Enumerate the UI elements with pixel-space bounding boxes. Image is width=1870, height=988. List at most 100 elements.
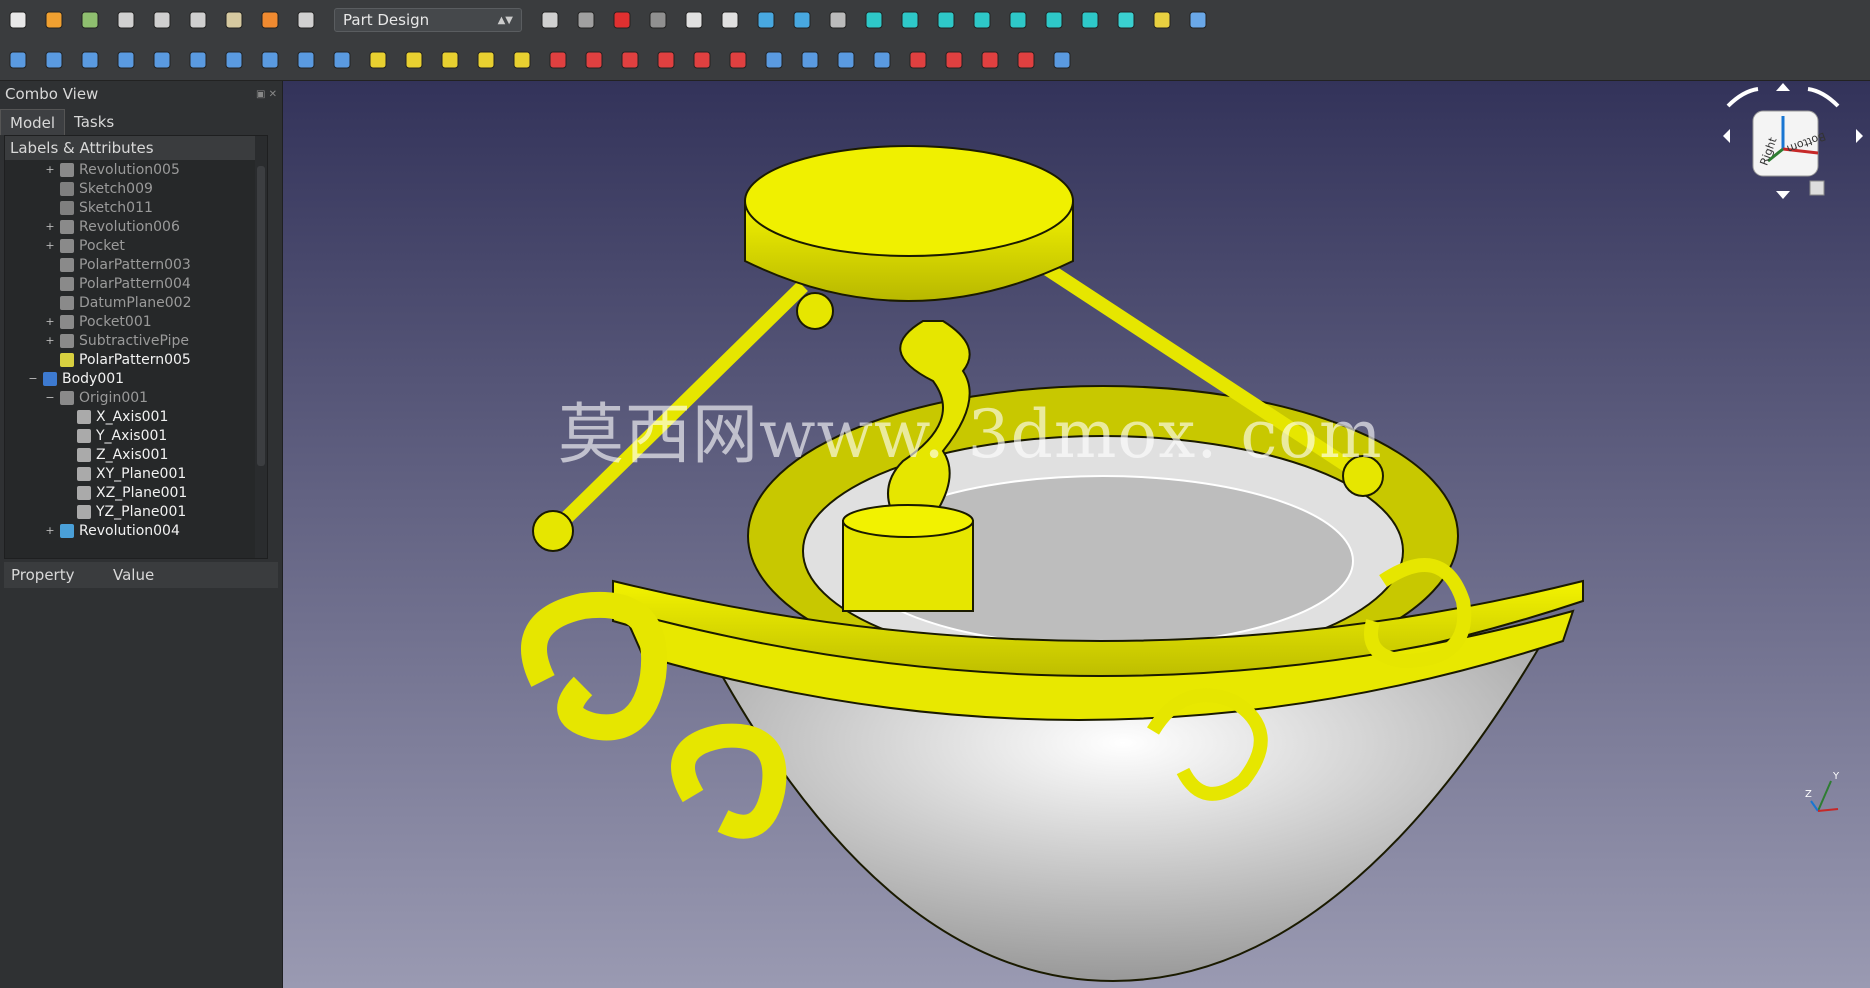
expand-icon[interactable]: + [44, 334, 56, 347]
tree-item-pocket[interactable]: + Pocket [5, 236, 267, 255]
create-sketch-icon[interactable] [39, 45, 69, 75]
whats-this-icon[interactable] [571, 5, 601, 35]
view-bottom-icon[interactable] [1039, 5, 1069, 35]
tree-item-polarpattern005[interactable]: PolarPattern005 [5, 350, 267, 369]
edit-macro-icon[interactable] [679, 5, 709, 35]
view-front-icon[interactable] [895, 5, 925, 35]
expand-icon[interactable]: + [44, 163, 56, 176]
tree-item-subtractivepipe[interactable]: + SubtractivePipe [5, 331, 267, 350]
pocket-icon[interactable] [543, 45, 573, 75]
tab-model[interactable]: Model [0, 109, 66, 135]
boolean-icon[interactable] [1047, 45, 1077, 75]
view-left-icon[interactable] [1075, 5, 1105, 35]
subtractive-primitive-icon[interactable] [723, 45, 753, 75]
view-rear-icon[interactable] [1003, 5, 1033, 35]
nav-up-arrow-icon[interactable] [1776, 83, 1790, 91]
subtractive-loft-icon[interactable] [651, 45, 681, 75]
tree-item-revolution006[interactable]: + Revolution006 [5, 217, 267, 236]
subshape-binder-icon[interactable] [327, 45, 357, 75]
view-isometric-icon[interactable] [859, 5, 889, 35]
open-icon[interactable] [39, 5, 69, 35]
datum-line-icon[interactable] [183, 45, 213, 75]
subtractive-pipe-icon[interactable] [687, 45, 717, 75]
refresh-icon[interactable] [535, 5, 565, 35]
tree-item-xz-plane001[interactable]: XZ_Plane001 [5, 483, 267, 502]
group-icon[interactable] [1183, 5, 1213, 35]
tree-item-x-axis001[interactable]: X_Axis001 [5, 407, 267, 426]
datum-point-icon[interactable] [147, 45, 177, 75]
new-icon[interactable] [3, 5, 33, 35]
draw-style-icon[interactable] [823, 5, 853, 35]
expand-icon[interactable]: + [44, 239, 56, 252]
workbench-selector[interactable]: Part Design ▲▼ [334, 8, 522, 32]
polar-pattern-icon[interactable] [831, 45, 861, 75]
nav-left-arrow-icon[interactable] [1723, 129, 1730, 143]
fillet-icon[interactable] [903, 45, 933, 75]
view-right-icon[interactable] [967, 5, 997, 35]
tree-item-pocket001[interactable]: + Pocket001 [5, 312, 267, 331]
navigation-cube[interactable]: Right Bottom [1698, 81, 1868, 211]
nav-down-arrow-icon[interactable] [1776, 191, 1790, 199]
mirrored-icon[interactable] [759, 45, 789, 75]
copy-icon[interactable] [183, 5, 213, 35]
redo-icon[interactable] [291, 5, 321, 35]
tree-item-origin001[interactable]: − Origin001 [5, 388, 267, 407]
tree-item-z-axis001[interactable]: Z_Axis001 [5, 445, 267, 464]
linear-pattern-icon[interactable] [795, 45, 825, 75]
datum-plane-icon[interactable] [219, 45, 249, 75]
cut-icon[interactable] [147, 5, 177, 35]
expand-icon[interactable]: + [44, 220, 56, 233]
pad-icon[interactable] [363, 45, 393, 75]
loft-icon[interactable] [435, 45, 465, 75]
tree-item-revolution004[interactable]: + Revolution004 [5, 521, 267, 540]
pipe-icon[interactable] [471, 45, 501, 75]
tree-item-yz-plane001[interactable]: YZ_Plane001 [5, 502, 267, 521]
run-macro-icon[interactable] [715, 5, 745, 35]
collapse-icon[interactable]: − [44, 391, 56, 404]
paste-icon[interactable] [219, 5, 249, 35]
fit-selection-icon[interactable] [787, 5, 817, 35]
hole-icon[interactable] [579, 45, 609, 75]
chamfer-icon[interactable] [939, 45, 969, 75]
tree-item-polarpattern003[interactable]: PolarPattern003 [5, 255, 267, 274]
fit-all-icon[interactable] [751, 5, 781, 35]
tree-item-revolution005[interactable]: + Revolution005 [5, 160, 267, 179]
groove-icon[interactable] [615, 45, 645, 75]
tree-item-y-axis001[interactable]: Y_Axis001 [5, 426, 267, 445]
shape-binder-icon[interactable] [291, 45, 321, 75]
thickness-icon[interactable] [1011, 45, 1041, 75]
tree-item-xy-plane001[interactable]: XY_Plane001 [5, 464, 267, 483]
revolution-icon[interactable] [399, 45, 429, 75]
nav-cube-menu-icon[interactable] [1809, 180, 1825, 196]
stop-macro-icon[interactable] [643, 5, 673, 35]
3d-viewport[interactable]: 莫西网www. 3dmox. com Right Bottom Y Z [283, 81, 1870, 988]
tree-item-sketch009[interactable]: Sketch009 [5, 179, 267, 198]
create-body-icon[interactable] [3, 45, 33, 75]
additive-primitive-icon[interactable] [507, 45, 537, 75]
dock-buttons[interactable]: ▣ ✕ [256, 89, 277, 100]
undo-icon[interactable] [255, 5, 285, 35]
tree-item-polarpattern004[interactable]: PolarPattern004 [5, 274, 267, 293]
tree-item-body001[interactable]: − Body001 [5, 369, 267, 388]
draft-icon[interactable] [975, 45, 1005, 75]
property-column-header[interactable]: Property [4, 566, 106, 584]
view-top-icon[interactable] [931, 5, 961, 35]
part-icon[interactable] [1147, 5, 1177, 35]
save-icon[interactable] [75, 5, 105, 35]
clone-icon[interactable] [111, 45, 141, 75]
record-macro-icon[interactable] [607, 5, 637, 35]
multitransform-icon[interactable] [867, 45, 897, 75]
measure-icon[interactable] [1111, 5, 1141, 35]
local-cs-icon[interactable] [255, 45, 285, 75]
value-column-header[interactable]: Value [106, 566, 208, 584]
tree-item-sketch011[interactable]: Sketch011 [5, 198, 267, 217]
tree-scrollbar[interactable] [255, 136, 267, 558]
collapse-icon[interactable]: − [27, 372, 39, 385]
validate-sketch-icon[interactable] [75, 45, 105, 75]
nav-right-arrow-icon[interactable] [1856, 129, 1863, 143]
rotate-right-arrow-icon[interactable] [1807, 87, 1840, 108]
expand-icon[interactable]: + [44, 524, 56, 537]
tab-tasks[interactable]: Tasks [65, 109, 123, 135]
rotate-left-arrow-icon[interactable] [1726, 87, 1759, 108]
expand-icon[interactable]: + [44, 315, 56, 328]
